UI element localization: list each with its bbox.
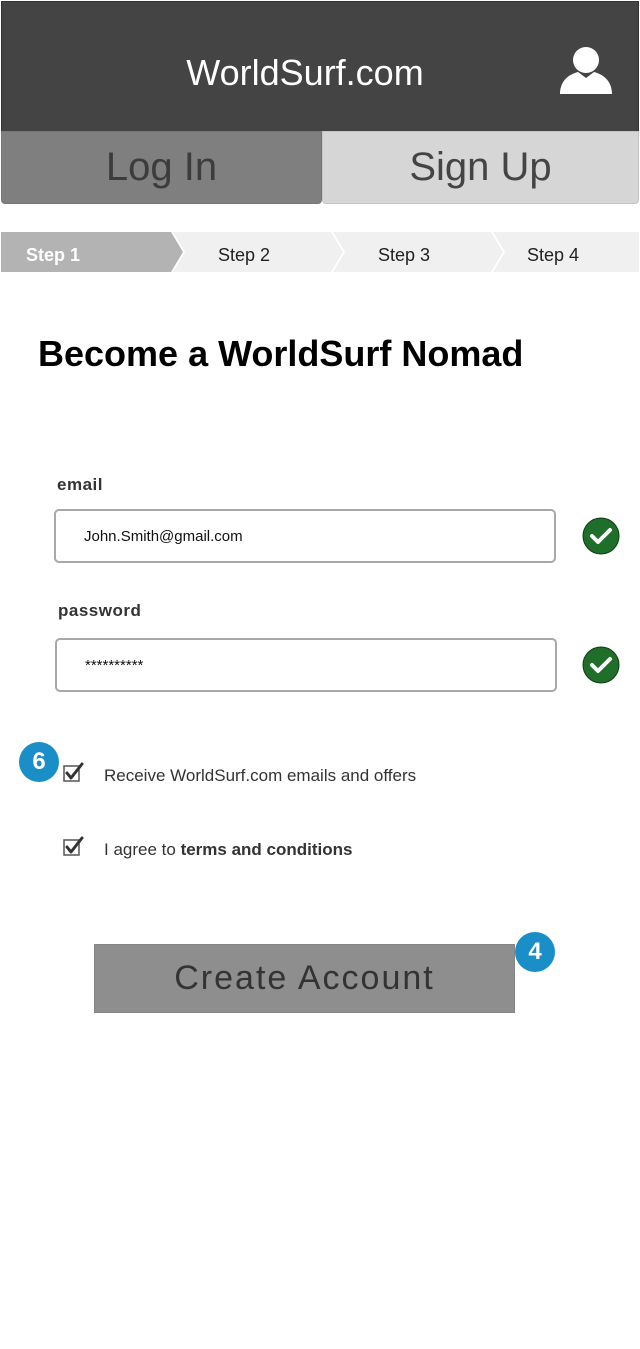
terms-prefix: I agree to — [104, 840, 181, 859]
password-valid-check-icon — [582, 646, 620, 684]
terms-and-conditions-link[interactable]: terms and conditions — [181, 840, 353, 859]
annotation-badge-6: 6 — [19, 742, 59, 782]
email-field[interactable] — [54, 509, 556, 563]
password-label: password — [58, 601, 142, 620]
password-field[interactable] — [55, 638, 557, 692]
tab-log-in[interactable]: Log In — [1, 131, 322, 204]
offers-checkbox-label: Receive WorldSurf.com emails and offers — [104, 766, 417, 785]
step-1-label[interactable]: Step 1 — [26, 245, 80, 266]
app-header: WorldSurf.com — [1, 1, 639, 132]
step-2-label[interactable]: Step 2 — [218, 245, 270, 266]
email-label: email — [57, 475, 103, 494]
email-valid-check-icon — [582, 517, 620, 555]
user-icon[interactable] — [558, 44, 614, 94]
site-title: WorldSurf.com — [186, 52, 424, 93]
create-account-button[interactable]: Create Account — [94, 944, 515, 1013]
tab-sign-up[interactable]: Sign Up — [322, 131, 639, 204]
page-title: Become a WorldSurf Nomad — [38, 333, 524, 374]
offers-checkbox-icon[interactable] — [62, 762, 84, 784]
terms-checkbox-icon[interactable] — [62, 836, 84, 858]
step-3-label[interactable]: Step 3 — [378, 245, 430, 266]
step-progress: Step 1 Step 2 Step 3 Step 4 — [1, 232, 639, 272]
annotation-badge-4: 4 — [515, 932, 555, 972]
step-4-label[interactable]: Step 4 — [527, 245, 579, 266]
terms-checkbox-label: I agree to terms and conditions — [104, 840, 352, 860]
